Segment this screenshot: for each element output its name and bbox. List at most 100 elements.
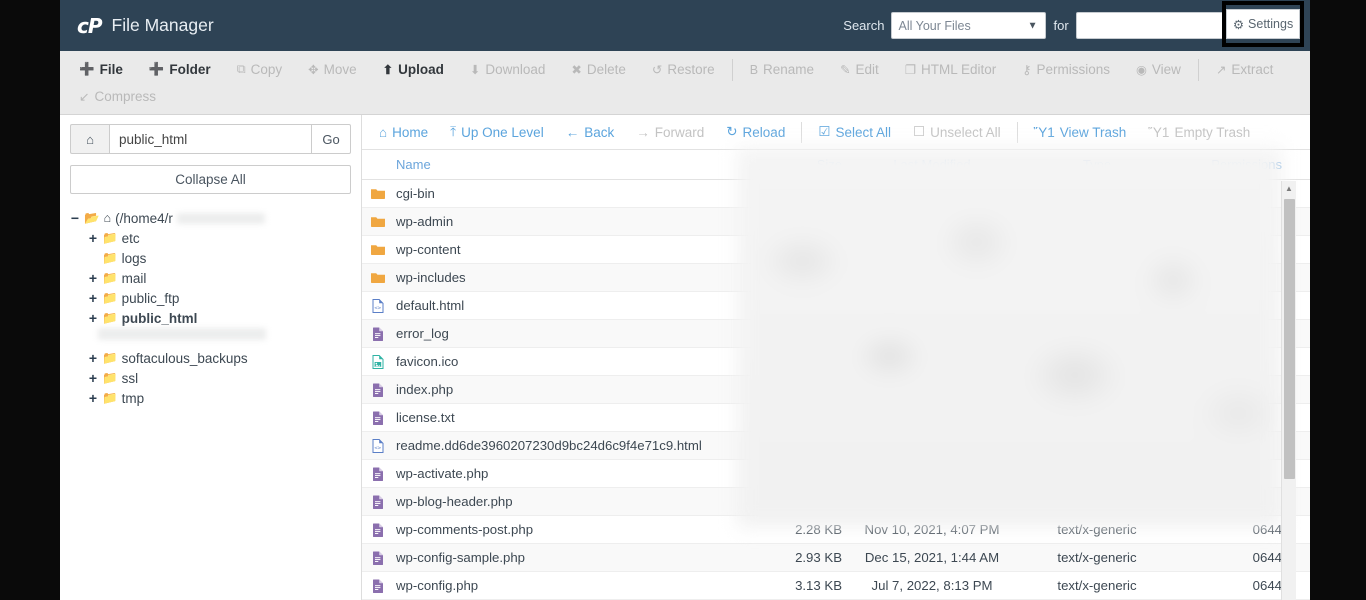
table-row[interactable]: <> readme.dd6de3960207230d9bc24d6c9f4e71c… xyxy=(362,432,1310,460)
expand-icon[interactable]: + xyxy=(88,350,98,366)
expand-icon[interactable]: + xyxy=(88,370,98,386)
expand-icon[interactable]: + xyxy=(88,270,98,286)
tree-node-ssl[interactable]: + 📁 ssl xyxy=(88,368,351,388)
expand-icon[interactable]: + xyxy=(88,390,98,406)
nav-button-select-all[interactable]: ☑ Select All xyxy=(807,119,902,145)
table-row[interactable]: wp-blog-header.php xyxy=(362,488,1310,516)
page-title: File Manager xyxy=(112,15,214,36)
compress-icon: ↙ xyxy=(79,89,89,104)
html-file-icon: <> xyxy=(370,438,386,454)
toolbar-button-folder[interactable]: ➕ Folder xyxy=(136,56,224,83)
column-header-last-modified[interactable]: Last Modified xyxy=(842,157,1022,172)
table-row[interactable]: wp-activate.php xyxy=(362,460,1310,488)
vertical-scrollbar[interactable]: ▲ xyxy=(1281,181,1296,600)
toolbar-button-restore: ↺ Restore xyxy=(639,56,728,83)
table-row[interactable]: license.txt xyxy=(362,404,1310,432)
toolbar-button-rename: ὜B Rename xyxy=(737,56,827,83)
undo-icon: ↺ xyxy=(652,62,662,77)
right-arrow-icon: → xyxy=(636,125,650,140)
extract-icon: ↗ xyxy=(1216,62,1226,77)
toolbar-button-file[interactable]: ➕ File xyxy=(66,56,136,83)
table-row[interactable]: wp-admin xyxy=(362,208,1310,236)
cell-type: text/x-generic xyxy=(1022,522,1172,537)
column-header-size[interactable]: Size xyxy=(737,157,842,172)
tree-node-label: (/home4/r xyxy=(115,211,173,226)
toolbar-button-label: View xyxy=(1152,62,1181,77)
nav-button-up-one-level[interactable]: ⤒ Up One Level xyxy=(439,119,555,145)
nav-button-label: Reload xyxy=(743,125,786,140)
tree-node-mail[interactable]: + 📁 mail xyxy=(88,268,351,288)
path-input[interactable] xyxy=(109,124,311,154)
nav-button-label: Home xyxy=(392,125,428,140)
toolbar-button-download: ⬇ Download xyxy=(457,56,559,83)
html-file-icon: <> xyxy=(370,298,386,314)
path-go-button[interactable]: Go xyxy=(311,124,351,154)
table-row[interactable]: <> default.html xyxy=(362,292,1310,320)
table-row[interactable]: cgi-bin xyxy=(362,180,1310,208)
expand-icon[interactable]: + xyxy=(88,290,98,306)
search-scope-select[interactable]: All Your Files xyxy=(891,12,1046,39)
table-row[interactable]: wp-includes xyxy=(362,264,1310,292)
text-file-icon xyxy=(370,410,386,426)
tree-node-public_html[interactable]: + 📁 public_html xyxy=(88,308,351,328)
nav-button-reload[interactable]: ↻ Reload xyxy=(715,119,796,145)
image-file-icon xyxy=(370,354,386,370)
cell-name: <> default.html xyxy=(362,298,737,314)
toolbar-button-permissions: ⚷ Permissions xyxy=(1009,56,1123,83)
expand-icon[interactable]: + xyxy=(88,230,98,246)
cell-name: wp-comments-post.php xyxy=(362,522,737,538)
table-row[interactable]: favicon.ico xyxy=(362,348,1310,376)
cell-type: text/x-generic xyxy=(1022,578,1172,593)
column-header-type[interactable]: Type xyxy=(1022,157,1172,172)
pencil-icon: ✎ xyxy=(840,62,850,77)
file-table-body: cgi-bin wp-admin wp-content wp-includes <> de… xyxy=(362,180,1310,600)
toolbar-button-delete: ✖ Delete xyxy=(558,56,639,83)
cell-name: index.php xyxy=(362,382,737,398)
tree-node-label: etc xyxy=(122,231,140,246)
folder-icon: 📁 xyxy=(102,291,118,306)
collapse-all-button[interactable]: Collapse All xyxy=(70,165,351,194)
folder-icon: 📁 xyxy=(102,351,118,366)
path-home-icon[interactable]: ⌂ xyxy=(70,124,109,154)
tree-node-label: tmp xyxy=(122,391,145,406)
file-name-label: default.html xyxy=(396,298,464,313)
checkbox-checked-icon: ☑ xyxy=(818,124,830,140)
cell-permissions: 0644 xyxy=(1172,522,1292,537)
tree-node-public_ftp[interactable]: + 📁 public_ftp xyxy=(88,288,351,308)
cell-name: wp-admin xyxy=(362,214,737,230)
nav-button-back[interactable]: ← Back xyxy=(555,120,626,145)
folder-icon: 📁 xyxy=(102,311,118,326)
cell-name: error_log xyxy=(362,326,737,342)
settings-button[interactable]: ⚙ Settings xyxy=(1226,9,1300,39)
table-row[interactable]: wp-comments-post.php 2.28 KB Nov 10, 2021,… xyxy=(362,516,1310,544)
key-icon: ⚷ xyxy=(1022,62,1031,77)
nav-button-label: Forward xyxy=(655,125,705,140)
cell-size: 2.93 KB xyxy=(737,550,842,565)
tree-node-home4r[interactable]: − 📂 ⌂ (/home4/r xyxy=(70,208,351,228)
nav-button-view-trash[interactable]: Ὕ1 View Trash xyxy=(1023,120,1138,145)
expand-icon[interactable]: + xyxy=(88,310,98,326)
nav-button-home[interactable]: ⌂ Home xyxy=(368,120,439,145)
table-row[interactable]: error_log xyxy=(362,320,1310,348)
toolbar-button-upload[interactable]: ⬆ Upload xyxy=(370,56,457,83)
checkbox-empty-icon: ☐ xyxy=(913,124,925,140)
tree-node-softaculous_backups[interactable]: + 📁 softaculous_backups xyxy=(88,348,351,368)
scrollbar-thumb[interactable] xyxy=(1284,199,1295,479)
table-row[interactable]: wp-config.php 3.13 KB Jul 7, 2022, 8:13 PM… xyxy=(362,572,1310,600)
column-header-name[interactable]: Name xyxy=(362,157,737,172)
column-header-permissions[interactable]: Permissions xyxy=(1172,157,1292,172)
collapse-icon[interactable]: − xyxy=(70,210,80,226)
toolbar-button-label: Folder xyxy=(169,62,210,77)
table-row[interactable]: wp-content xyxy=(362,236,1310,264)
tree-node-tmp[interactable]: + 📁 tmp xyxy=(88,388,351,408)
table-row[interactable]: index.php xyxy=(362,376,1310,404)
nav-button-label: Empty Trash xyxy=(1174,125,1250,140)
tree-node-logs[interactable]: +📁logs xyxy=(88,248,351,268)
file-icon: ὜B xyxy=(750,63,758,77)
folder-icon: 📁 xyxy=(102,391,118,406)
toolbar-button-compress: ↙ Compress xyxy=(66,83,169,110)
file-manager-app: cP File Manager Search All Your Files ▼ … xyxy=(60,0,1310,600)
tree-node-etc[interactable]: + 📁 etc xyxy=(88,228,351,248)
table-row[interactable]: wp-config-sample.php 2.93 KB Dec 15, 2021,… xyxy=(362,544,1310,572)
scroll-up-arrow-icon[interactable]: ▲ xyxy=(1282,181,1296,196)
